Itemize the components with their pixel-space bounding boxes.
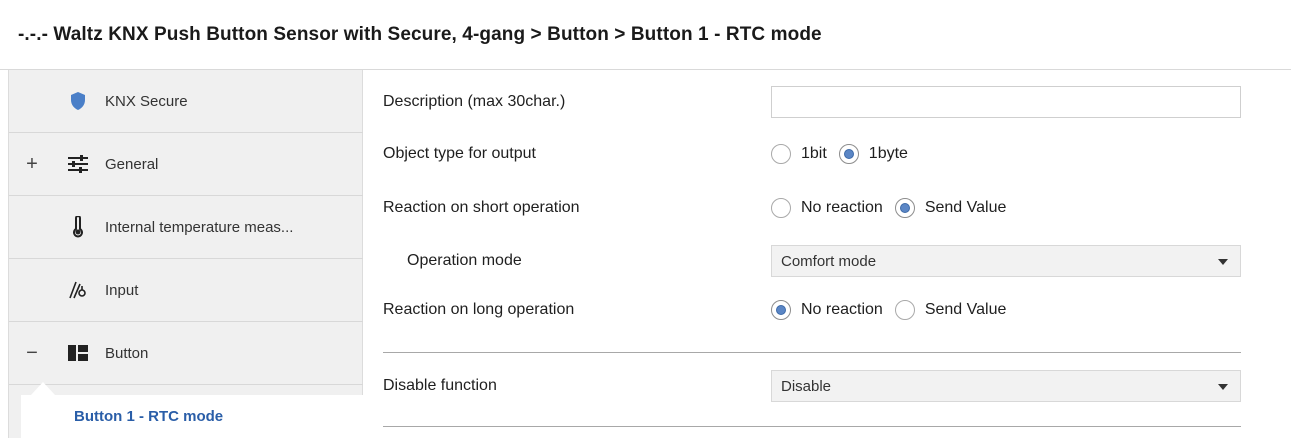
- param-row-short-operation: Reaction on short operation No reaction …: [383, 188, 1263, 228]
- selection-notch: [31, 382, 55, 395]
- radio-circle[interactable]: [771, 198, 791, 218]
- param-row-object-type: Object type for output 1bit 1byte: [383, 134, 1263, 174]
- sidebar-item-label: Button: [105, 344, 149, 362]
- sidebar-item-button-1-rtc-mode[interactable]: Button 1 - RTC mode: [21, 395, 366, 438]
- disable-function-label: Disable function: [383, 377, 497, 394]
- radio-circle-selected[interactable]: [894, 198, 915, 218]
- sidebar-item-label: KNX Secure: [105, 92, 188, 110]
- radio-1byte[interactable]: 1byte: [838, 144, 908, 164]
- expand-icon[interactable]: +: [25, 153, 39, 176]
- sidebar-item-internal-temperature[interactable]: Internal temperature meas...: [9, 196, 364, 259]
- radio-label: No reaction: [801, 199, 883, 216]
- radio-1bit[interactable]: 1bit: [771, 144, 827, 164]
- long-operation-label: Reaction on long operation: [383, 301, 575, 318]
- select-value: Disable: [781, 377, 832, 395]
- sidebar-item-button[interactable]: − Button: [9, 322, 364, 385]
- radio-label: Send Value: [924, 301, 1007, 318]
- radio-label: 1bit: [801, 145, 827, 162]
- chevron-down-icon: [1218, 384, 1228, 390]
- sliders-icon: [67, 153, 89, 175]
- operation-mode-select[interactable]: Comfort mode: [771, 245, 1241, 277]
- radio-long-no-reaction[interactable]: No reaction: [771, 300, 883, 320]
- sidebar-item-input[interactable]: Input: [9, 259, 364, 322]
- thermometer-icon: [67, 216, 89, 238]
- sidebar-item-general[interactable]: + General: [9, 133, 364, 196]
- radio-label: No reaction: [801, 301, 883, 318]
- radio-label: Send Value: [924, 199, 1007, 216]
- radio-long-send-value[interactable]: Send Value: [894, 300, 1007, 320]
- description-label: Description (max 30char.): [383, 93, 566, 110]
- object-type-label: Object type for output: [383, 145, 536, 162]
- select-value: Comfort mode: [781, 252, 877, 270]
- button-icon: [67, 342, 89, 364]
- param-row-description: Description (max 30char.): [383, 82, 1263, 122]
- sidebar: KNX Secure + General Internal temperatur…: [8, 70, 366, 438]
- sidebar-item-label: Internal temperature meas...: [105, 218, 294, 236]
- input-icon: [67, 279, 89, 301]
- radio-circle-selected[interactable]: [771, 300, 791, 320]
- radio-circle[interactable]: [771, 144, 791, 164]
- operation-mode-label: Operation mode: [407, 252, 522, 269]
- disable-function-select[interactable]: Disable: [771, 370, 1241, 402]
- chevron-down-icon: [1218, 259, 1228, 265]
- radio-circle[interactable]: [894, 300, 915, 320]
- radio-short-send-value[interactable]: Send Value: [894, 198, 1007, 218]
- param-row-disable-function: Disable function Disable: [383, 366, 1263, 406]
- param-row-operation-mode: Operation mode Comfort mode: [383, 241, 1263, 281]
- collapse-icon[interactable]: −: [25, 342, 39, 365]
- title-bar: -.-.- Waltz KNX Push Button Sensor with …: [0, 0, 1291, 70]
- radio-short-no-reaction[interactable]: No reaction: [771, 198, 883, 218]
- short-operation-label: Reaction on short operation: [383, 199, 580, 216]
- divider: [383, 352, 1241, 353]
- param-row-long-operation: Reaction on long operation No reaction S…: [383, 290, 1263, 330]
- parameter-panel: Description (max 30char.) Object type fo…: [363, 70, 1291, 438]
- radio-label: 1byte: [868, 145, 908, 162]
- shield-icon: [67, 90, 89, 112]
- sidebar-item-knx-secure[interactable]: KNX Secure: [9, 70, 364, 133]
- radio-circle-selected[interactable]: [838, 144, 859, 164]
- divider: [383, 426, 1241, 427]
- breadcrumb-title: -.-.- Waltz KNX Push Button Sensor with …: [18, 23, 822, 45]
- sidebar-item-label: Input: [105, 281, 139, 299]
- description-input[interactable]: [771, 86, 1241, 118]
- sidebar-item-label: General: [105, 155, 159, 173]
